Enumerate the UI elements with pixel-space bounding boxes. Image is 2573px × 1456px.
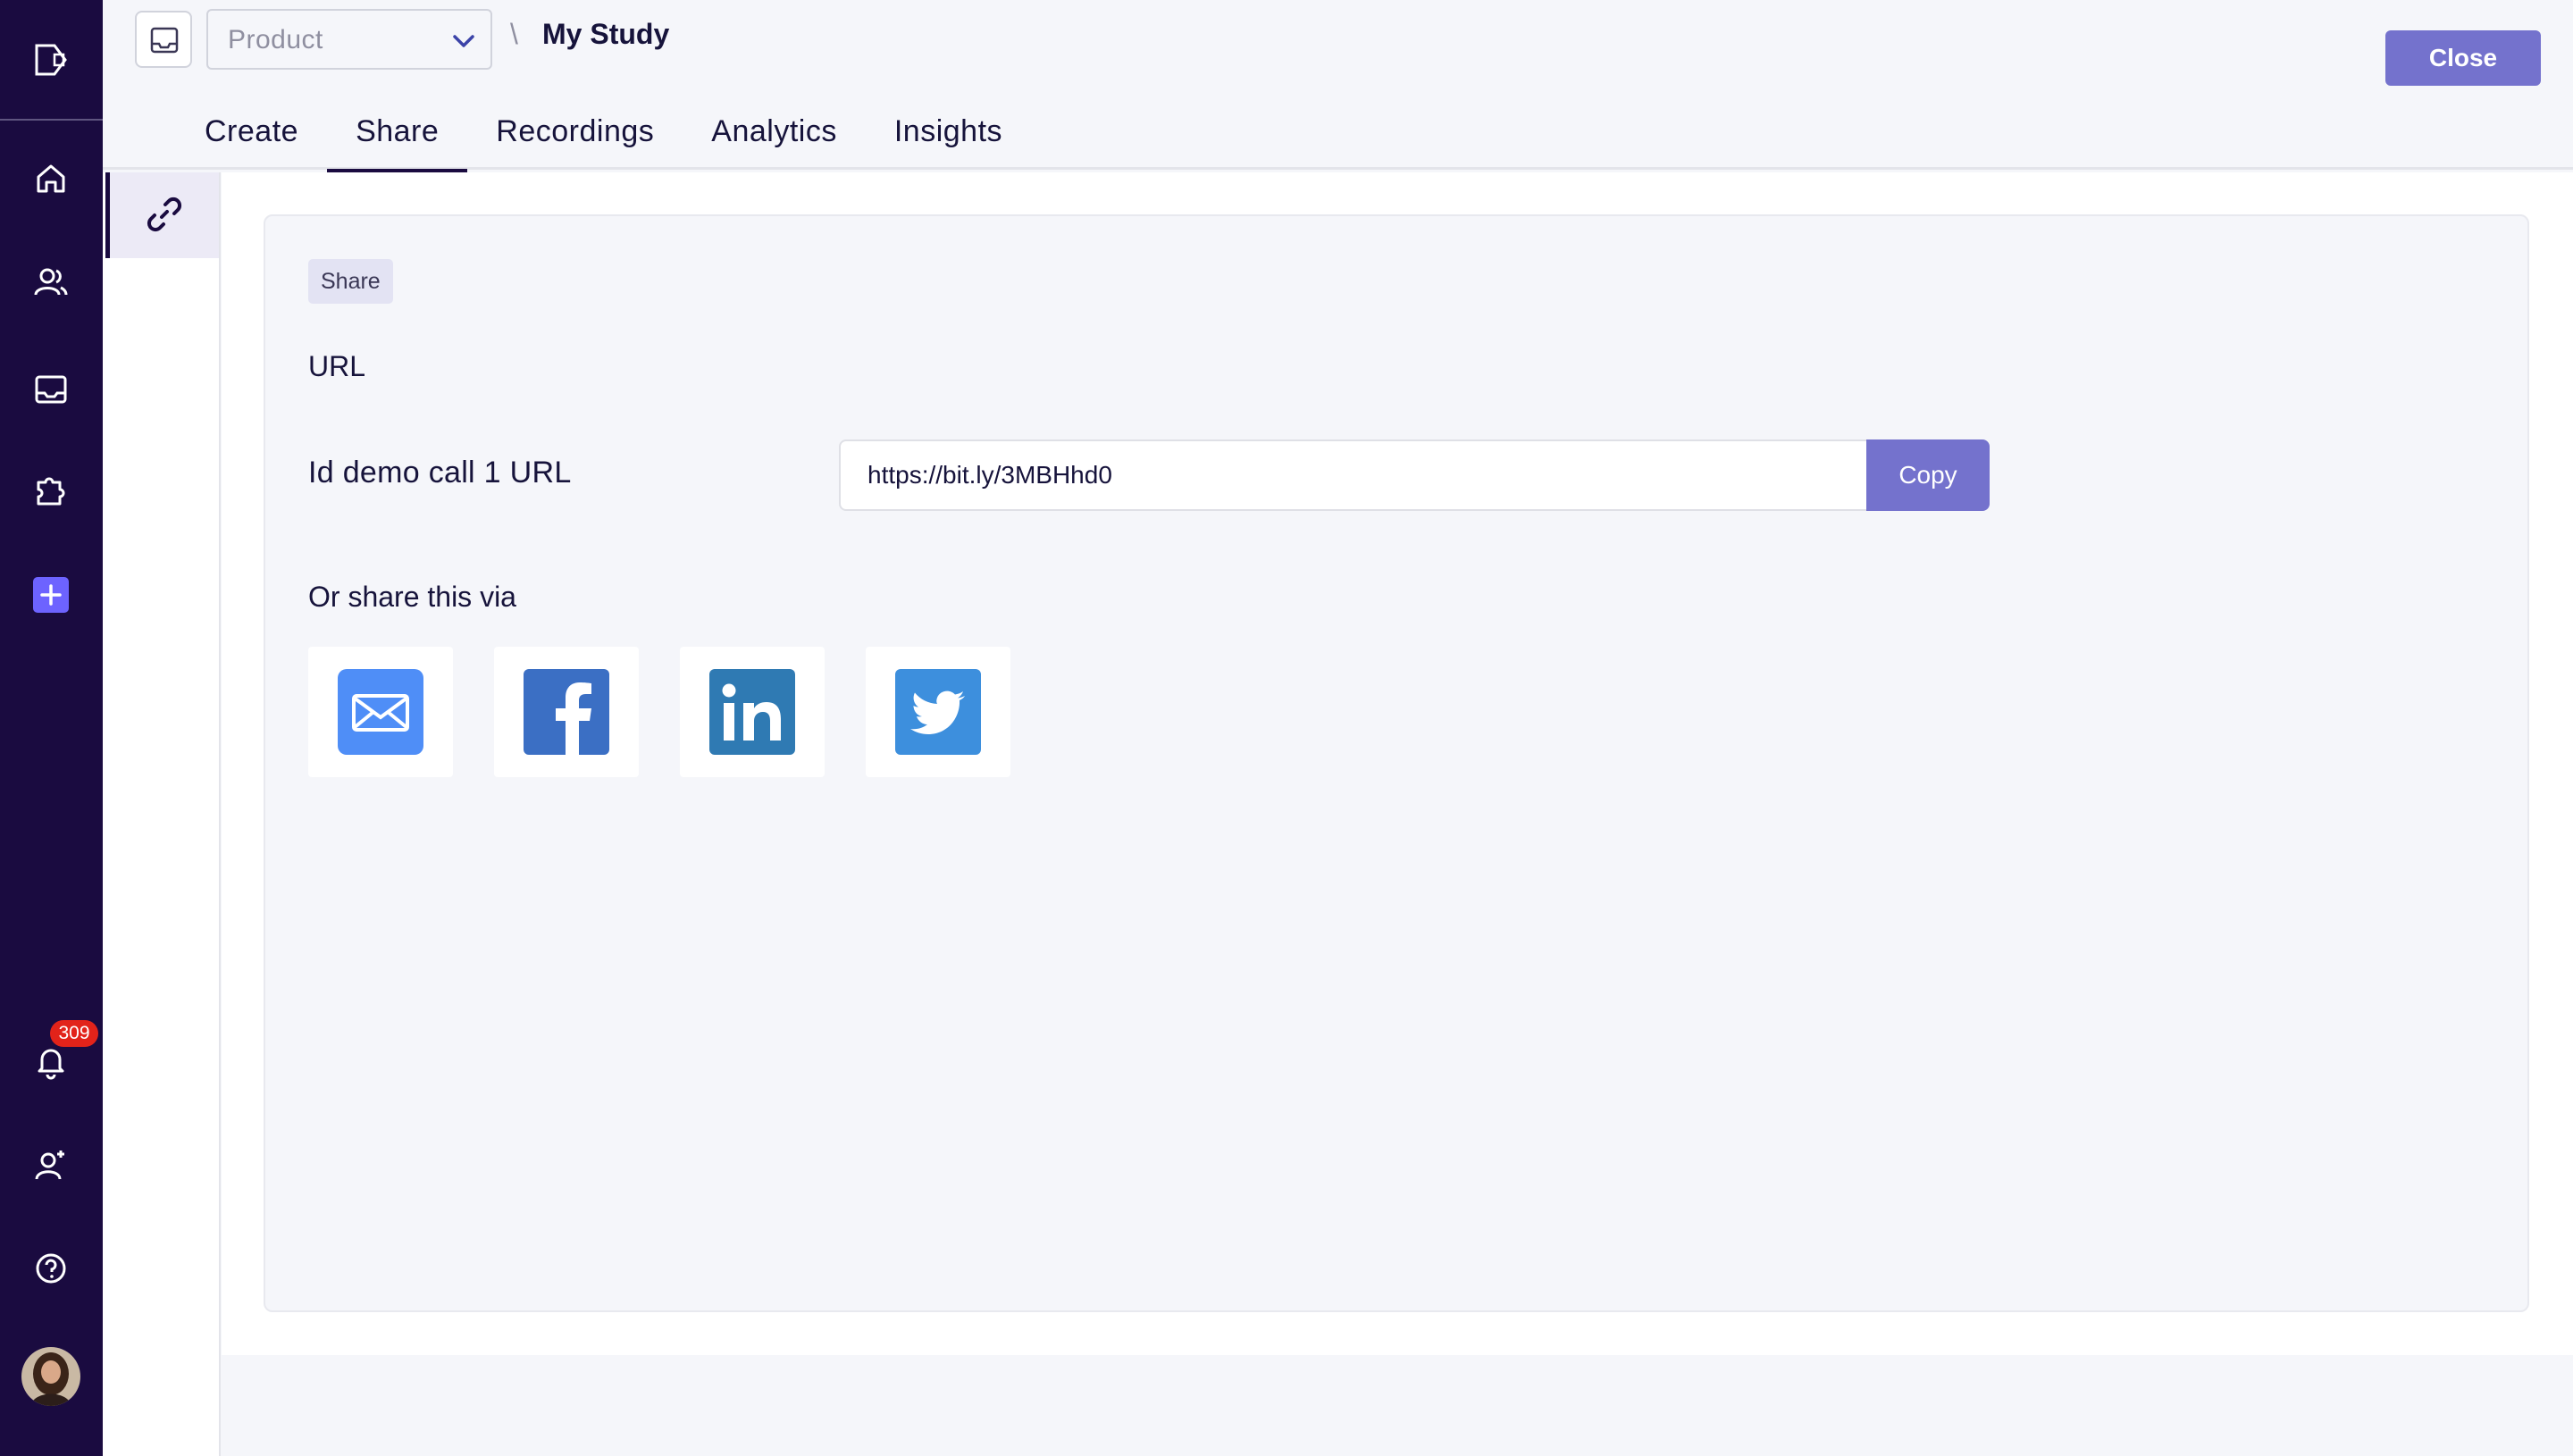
share-linkedin-button[interactable]: [680, 647, 825, 777]
tab-analytics[interactable]: Analytics: [683, 100, 866, 170]
header: Product \ My Study Close Create Share Re…: [103, 0, 2573, 172]
linkedin-icon: [709, 669, 795, 755]
help-icon[interactable]: [31, 1249, 71, 1288]
share-facebook-button[interactable]: [494, 647, 639, 777]
url-section-title: URL: [308, 350, 366, 382]
bell-icon[interactable]: [31, 1042, 71, 1081]
logo-icon[interactable]: [31, 40, 71, 79]
share-subnav: [103, 172, 221, 1456]
link-icon: [147, 197, 182, 232]
share-twitter-button[interactable]: [866, 647, 1010, 777]
share-via-label: Or share this via: [308, 581, 516, 613]
inbox-button[interactable]: [135, 11, 192, 68]
product-select-value: Product: [228, 25, 323, 54]
page-title: My Study: [542, 18, 670, 50]
share-email-button[interactable]: [308, 647, 453, 777]
plus-icon: [40, 584, 62, 606]
url-input[interactable]: [839, 439, 1868, 511]
add-button[interactable]: [33, 577, 69, 613]
twitter-icon: [895, 669, 981, 755]
tab-share[interactable]: Share: [327, 100, 468, 172]
add-user-icon[interactable]: [31, 1145, 71, 1184]
url-label: Id demo call 1 URL: [308, 456, 572, 490]
product-select[interactable]: Product: [206, 9, 492, 70]
puzzle-icon[interactable]: [31, 470, 71, 509]
tab-create[interactable]: Create: [176, 100, 327, 170]
copy-button[interactable]: Copy: [1866, 439, 1990, 511]
notification-badge: 309: [50, 1020, 98, 1047]
close-button[interactable]: Close: [2385, 30, 2541, 86]
home-icon[interactable]: [31, 159, 71, 198]
section-pill: Share: [308, 259, 393, 304]
tab-insights[interactable]: Insights: [866, 100, 1031, 170]
avatar[interactable]: [21, 1347, 80, 1406]
email-icon: [338, 669, 423, 755]
rail-divider: [0, 119, 103, 121]
tab-bar: Create Share Recordings Analytics Insigh…: [176, 100, 1031, 172]
left-rail: 309: [0, 0, 103, 1456]
tab-recordings[interactable]: Recordings: [467, 100, 683, 170]
users-icon[interactable]: [31, 263, 71, 302]
breadcrumb-separator: \: [510, 18, 518, 50]
facebook-icon: [524, 669, 609, 755]
chevron-down-icon: [453, 35, 474, 47]
share-card: Share URL Id demo call 1 URL Copy Or sha…: [264, 214, 2529, 1312]
inbox-icon: [150, 27, 179, 54]
subnav-item-link[interactable]: [105, 172, 219, 258]
inbox-icon[interactable]: [31, 370, 71, 409]
